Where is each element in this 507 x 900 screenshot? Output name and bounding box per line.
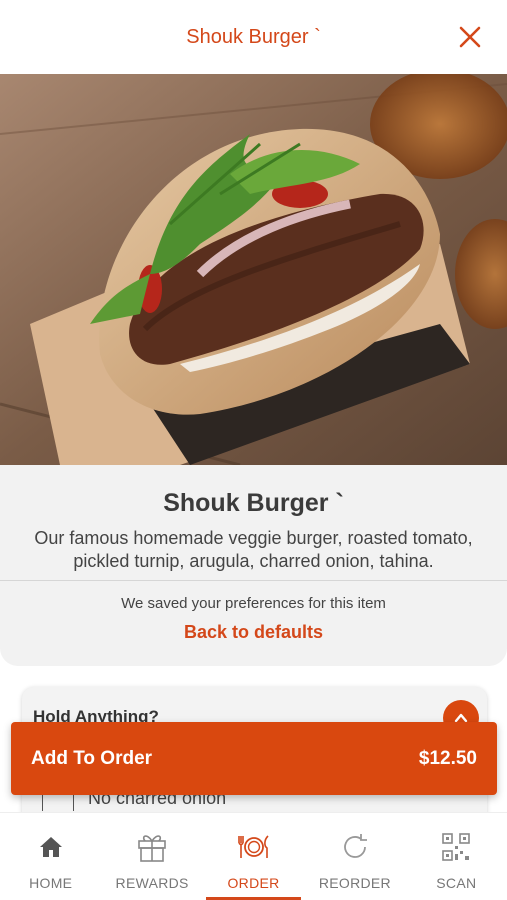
close-icon bbox=[459, 26, 481, 48]
add-to-order-button[interactable]: Add To Order $12.50 bbox=[11, 722, 497, 795]
item-info-card: Shouk Burger ` Our famous homemade veggi… bbox=[0, 465, 507, 666]
top-bar: Shouk Burger ` bbox=[0, 0, 507, 74]
nav-order[interactable]: ORDER bbox=[203, 813, 304, 900]
nav-label: HOME bbox=[29, 875, 73, 891]
product-image bbox=[0, 74, 507, 465]
home-icon bbox=[33, 829, 69, 865]
nav-label: REWARDS bbox=[115, 875, 189, 891]
nav-home[interactable]: HOME bbox=[0, 813, 101, 900]
order-price: $12.50 bbox=[418, 747, 477, 769]
item-title: Shouk Burger ` bbox=[163, 489, 344, 517]
bottom-nav: HOME REWARDS ORDER REORDER SCAN bbox=[0, 812, 507, 900]
refresh-icon bbox=[337, 829, 373, 865]
gift-icon bbox=[134, 829, 170, 865]
back-to-defaults-link[interactable]: Back to defaults bbox=[0, 622, 507, 643]
add-to-order-label: Add To Order bbox=[31, 747, 153, 769]
nav-label: ORDER bbox=[227, 875, 280, 891]
nav-label: REORDER bbox=[318, 875, 391, 891]
nav-label: SCAN bbox=[436, 875, 477, 891]
page-title: Shouk Burger ` bbox=[186, 25, 321, 48]
preferences-note: We saved your preferences for this item bbox=[121, 595, 386, 612]
nav-reorder[interactable]: REORDER bbox=[304, 813, 405, 900]
divider bbox=[0, 580, 507, 581]
plate-cutlery-icon bbox=[236, 829, 272, 865]
item-description: Our famous homemade veggie burger, roast… bbox=[34, 528, 473, 571]
close-button[interactable] bbox=[455, 22, 485, 52]
nav-rewards[interactable]: REWARDS bbox=[101, 813, 202, 900]
nav-scan[interactable]: SCAN bbox=[406, 813, 507, 900]
qr-code-icon bbox=[438, 829, 474, 865]
